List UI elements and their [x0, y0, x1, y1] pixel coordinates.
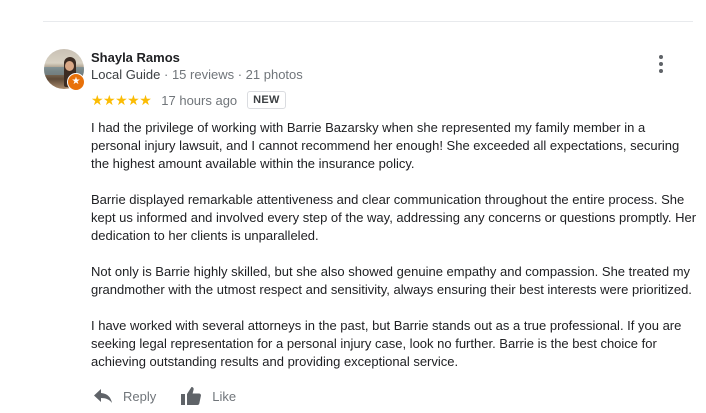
review-paragraph: Not only is Barrie highly skilled, but s… [91, 264, 692, 297]
review-paragraph: Barrie displayed remarkable attentivenes… [91, 192, 697, 243]
review-actions: Reply Like [93, 384, 236, 408]
review-text: I had the privilege of working with Barr… [91, 119, 697, 389]
like-button[interactable]: Like [180, 386, 236, 406]
rating-row: ★★★★★ 17 hours ago NEW [91, 91, 286, 109]
photos-count: 21 photos [245, 67, 303, 82]
meta-separator: · [234, 67, 246, 82]
thumbs-up-icon [181, 387, 202, 405]
reply-arrow-icon [94, 389, 112, 403]
reviewer-meta: Local Guide · 15 reviews · 21 photos [91, 67, 303, 82]
review-card: ★ Shayla Ramos Local Guide · 15 reviews … [0, 0, 706, 413]
local-guide-star-icon: ★ [67, 73, 85, 91]
reviews-count: 15 reviews [171, 67, 235, 82]
like-label: Like [212, 388, 237, 404]
local-guide-label: Local Guide [91, 67, 161, 82]
star-rating: ★★★★★ [91, 92, 152, 108]
reply-label: Reply [123, 388, 157, 404]
reply-button[interactable]: Reply [93, 388, 156, 404]
new-badge: NEW [247, 91, 286, 109]
more-vert-icon[interactable] [652, 53, 670, 75]
reviewer-name[interactable]: Shayla Ramos [91, 50, 180, 65]
review-paragraph: I had the privilege of working with Barr… [91, 120, 680, 171]
review-time: 17 hours ago [161, 92, 238, 108]
review-paragraph: I have worked with several attorneys in … [91, 318, 682, 369]
meta-separator: · [160, 67, 172, 82]
